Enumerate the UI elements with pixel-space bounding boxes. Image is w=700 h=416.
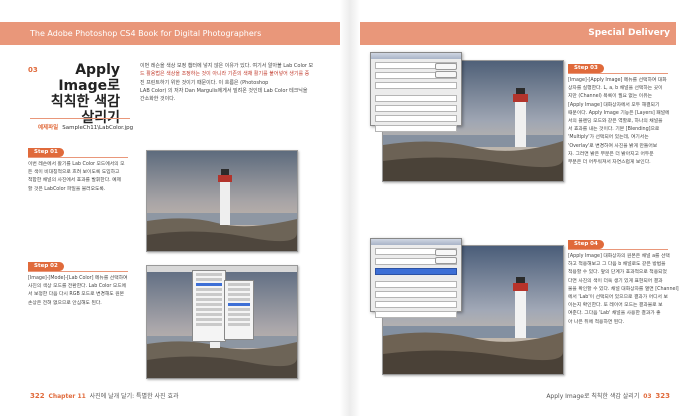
apply-image-dialog-step3	[370, 52, 462, 132]
step-line: 서의 블렌딩 모드와 같은 역할로, 하나의 채널을	[568, 119, 663, 125]
step-01-badge: Step 01	[28, 148, 64, 157]
step-03-text: [Image]-[Apply Image] 메뉴를 선택하여 대화 상자를 실행…	[568, 77, 688, 167]
step-line: [Apply Image] 대화상자의 원본은 채널 a를 선택	[568, 254, 670, 259]
step-line: 이는지 확인한다. 또 레이어 모드는 결과물로 보	[568, 303, 663, 309]
step-01-text: 이번 레슨에서 활기를 Lab Color 모드에서의 모 든 색이 비대칭적으…	[28, 161, 138, 194]
step-line: 'Overlay'로 변경하여 사진을 밝게 만들어보	[568, 143, 658, 149]
title-line: Apply Image로	[58, 62, 120, 94]
footer-chapter-title: 사진에 날개 달기: 특별한 사진 효과	[89, 393, 179, 400]
step-03-badge: Step 03	[568, 64, 604, 73]
section-number: 03	[28, 66, 38, 74]
step-line: 지만 (Channel) 목록이 필요 없는 이유는	[568, 94, 653, 100]
intro-line: LAB Color) 의 저자 Dan Margulis에게서 빌려온 것인데 …	[140, 87, 308, 94]
intro-line: 드 활용법은 색상을 조정하는 것이 아니라 기존의 색채 활기를 불어넣어 생…	[140, 71, 310, 78]
intro-line: 이번 레슨을 색상 보정 챕터에 넣지 않은 이유가 있다. 여기서 알아볼 L…	[140, 63, 314, 69]
step-04-divider	[568, 249, 668, 250]
apply-image-dialog-step4	[370, 238, 462, 318]
step-line: 손상은 전혀 없으므로 안심해도 된다.	[28, 300, 102, 306]
step-03-divider	[568, 73, 668, 74]
lesson-title: Apply Image로 칙칙한 색감 살리기	[38, 62, 120, 126]
page-number: 322	[30, 392, 45, 400]
step-line: 상자를 실행한다. L, a, b 채널을 선택하는 곳이	[568, 86, 663, 92]
step-01-divider	[28, 157, 128, 158]
footer-chapter: Chapter 11	[48, 393, 86, 400]
step-04-badge: Step 04	[568, 240, 604, 249]
right-page-header: Special Delivery	[360, 22, 676, 45]
lighthouse-illustration	[147, 151, 297, 251]
book-gutter	[340, 0, 360, 416]
lighthouse-photo-step1	[146, 150, 298, 252]
step-line: 적합한 채널의 사진에서 효과를 발휘한다. 예제	[28, 178, 122, 184]
step-line: [Image]-[Apply Image] 메뉴를 선택하여 대화	[568, 78, 667, 83]
step-line: 부분은 더 어두워져서 자연스럽게 보인다.	[568, 160, 651, 166]
step-line: 여준다. 그다음 'Lab' 채널을 사용한 결과가 좋	[568, 311, 661, 317]
step-line: 때문이다. Apply Image 기능은 [Layers] 패널에	[568, 110, 670, 116]
step-line: 서 효과를 내는 것이다. 기본 [Blending]으로	[568, 127, 660, 133]
step-line: 할 것은 LabColor 파일을 불러오도록.	[28, 186, 106, 192]
left-page: The Adobe Photoshop CS4 Book for Digital…	[0, 0, 340, 416]
sample-file-path: SampleCh11\LabColor.jpg	[62, 125, 134, 131]
step-line: 아 나은 뒤에 적용하면 된다.	[568, 319, 625, 325]
sample-file-tag: 예제파일	[38, 125, 59, 131]
page-number: 323	[655, 392, 670, 400]
step-line: [Image]-[Mode]-[Lab Color] 메뉴를 선택하여	[28, 276, 128, 281]
mode-submenu-screenshot	[224, 280, 254, 340]
step-line: 하고 적용해보고 그 다음 b 채널로도 같은 방법을	[568, 262, 666, 268]
step-line: 자. 그러면 밝은 부분은 더 밝아지고 어두운	[568, 151, 654, 157]
step-02-divider	[28, 271, 128, 272]
step-line: 'Multiply'가 선택되어 있는데, 여기서는	[568, 135, 649, 141]
left-page-header: The Adobe Photoshop CS4 Book for Digital…	[0, 22, 340, 45]
intro-line: 진 프린트하기 위한 것이기 때문이다. 이 흐름은 (Photoshop	[140, 79, 269, 86]
right-page-footer: Apply Image로 칙칙한 색감 살리기 03 323	[370, 388, 670, 404]
intro-line: 간소화한 것이다.	[140, 96, 176, 103]
sample-file-label: 예제파일 SampleCh11\LabColor.jpg	[38, 123, 133, 131]
left-page-footer: 322 Chapter 11 사진에 날개 달기: 특별한 사진 효과	[30, 388, 330, 404]
step-line: 물을 확인할 수 있다. 채널 대화상자를 열면 [Channel]	[568, 286, 679, 292]
title-line: 칙칙한 색감	[50, 94, 120, 110]
step-line: 다면 사진의 색이 더욱 생기 있게 표현되어 결과	[568, 278, 663, 284]
title-divider	[30, 118, 130, 119]
step-line: 에서 'Lab'이 선택되어 있으므로 결과가 어디서 보	[568, 295, 668, 301]
right-page: Special Delivery Step 03 [Image]-[Apply …	[360, 0, 700, 416]
step-line: 적용할 수 있다. 앞의 단계가 효과적으로 적용되었	[568, 270, 667, 276]
step-line: 서 보정한 다음 다시 RGB 모드로 변경해도 원본	[28, 292, 125, 298]
step-02-badge: Step 02	[28, 262, 64, 271]
step-line: 이번 레슨에서 활기를 Lab Color 모드에서의 모	[28, 162, 125, 167]
step-04-text: [Apply Image] 대화상자의 원본은 채널 a를 선택 하고 적용해보…	[568, 253, 688, 327]
step-02-text: [Image]-[Mode]-[Lab Color] 메뉴를 선택하여 사진의 …	[28, 275, 140, 308]
footer-lesson-title: Apply Image로 칙칙한 색감 살리기	[546, 393, 640, 400]
intro-paragraph: 이번 레슨을 색상 보정 챕터에 넣지 않은 이유가 있다. 여기서 알아볼 L…	[140, 62, 322, 103]
footer-section-number: 03	[643, 393, 652, 400]
step-line: [Apply Image] 대화상자에서 모두 해결되기	[568, 102, 660, 108]
image-menu-screenshot	[192, 270, 226, 342]
step-line: 든 색이 비대칭적으로 흐려 보이도록 도입하고	[28, 170, 120, 176]
step-line: 사진의 색상 모드를 전환한다. Lab Color 모드에	[28, 284, 127, 290]
